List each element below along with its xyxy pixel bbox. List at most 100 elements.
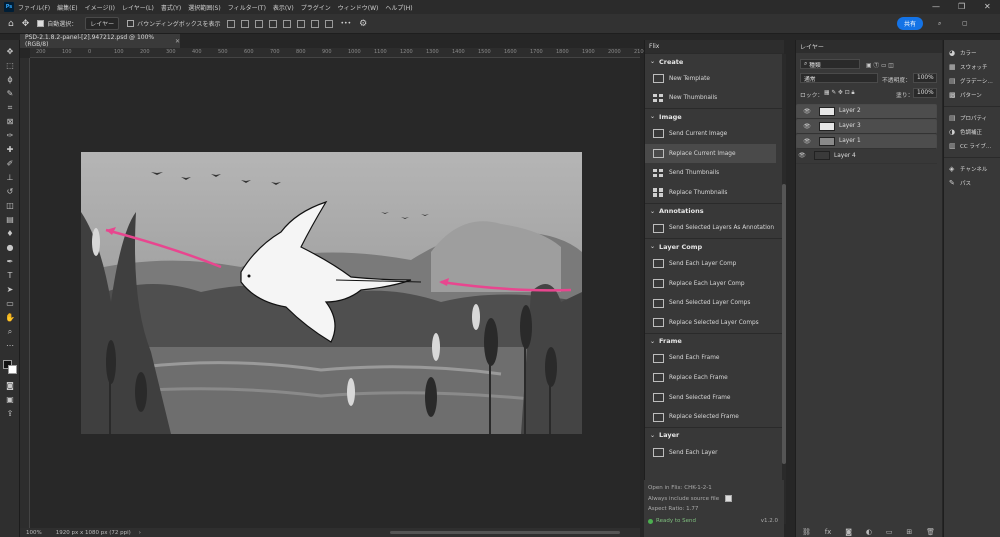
zoom-level[interactable]: 100% <box>26 530 42 536</box>
menu-help[interactable]: ヘルプ(H) <box>385 3 412 12</box>
quick-mask-icon[interactable]: ◙ <box>5 382 15 390</box>
hand-tool-icon[interactable]: ✋ <box>5 314 15 322</box>
background-color-swatch[interactable] <box>8 365 17 374</box>
dock-cc-libraries[interactable]: ▥ CC ライブ… <box>944 139 1000 153</box>
type-tool-icon[interactable]: T <box>5 272 15 280</box>
flix-action-button[interactable]: Send Each Layer <box>645 443 784 463</box>
flix-action-button[interactable]: Send Current Image <box>645 124 784 144</box>
menu-file[interactable]: ファイル(F) <box>18 3 50 12</box>
workspace-icon[interactable]: ▢ <box>962 20 968 27</box>
flix-section-header[interactable]: ⌄ Layer <box>645 426 784 443</box>
mask-icon[interactable]: ◙ <box>845 528 852 536</box>
flix-action-button[interactable]: Replace Thumbnails <box>645 183 784 203</box>
share-button[interactable]: 共有 <box>897 17 923 30</box>
more-tools-icon[interactable]: ⋯ <box>5 342 15 350</box>
flix-action-button[interactable]: Send Selected Frame <box>645 388 784 408</box>
screen-mode-icon[interactable]: ▣ <box>5 396 15 404</box>
document-tab[interactable]: PSD-2.1.8.2-panel-[2].947212.psd @ 100% … <box>20 34 180 48</box>
layers-panel-tab[interactable]: レイヤー <box>796 40 942 53</box>
menu-type[interactable]: 書式(Y) <box>161 3 181 12</box>
close-icon[interactable]: ✕ <box>984 2 991 11</box>
chevron-right-icon[interactable]: › <box>139 530 141 536</box>
trash-icon[interactable]: 🗑︎ <box>926 528 935 536</box>
flix-action-button[interactable]: New Template <box>645 69 784 89</box>
visibility-eye-icon[interactable]: 👁︎ <box>796 152 808 159</box>
menu-view[interactable]: 表示(V) <box>273 3 294 12</box>
document-artwork[interactable] <box>81 152 582 434</box>
marquee-tool-icon[interactable]: ⬚ <box>5 62 15 70</box>
align-top-icon[interactable] <box>268 19 277 28</box>
lock-icons[interactable]: ▦ ✎ ✥ ⊡ 🔒︎ <box>824 90 855 97</box>
move-tool-icon[interactable]: ✥ <box>22 19 30 29</box>
blend-mode-dropdown[interactable]: 通常 <box>800 73 878 83</box>
visibility-eye-icon[interactable]: 👁︎ <box>801 123 813 130</box>
flix-section-header[interactable]: ⌄ Annotations <box>645 202 784 219</box>
move-tool-icon[interactable]: ✥ <box>5 48 15 56</box>
layer-row[interactable]: 👁︎ Layer 2 <box>796 104 937 119</box>
flix-action-button[interactable]: Replace Selected Layer Comps <box>645 313 784 333</box>
fx-icon[interactable]: fx <box>825 528 832 536</box>
flix-action-button[interactable]: New Thumbnails <box>645 89 784 109</box>
stamp-tool-icon[interactable]: ⊥ <box>5 174 15 182</box>
history-brush-tool-icon[interactable]: ↺ <box>5 188 15 196</box>
search-icon[interactable]: ⌕ <box>938 20 941 28</box>
layer-name[interactable]: Layer 4 <box>834 153 856 159</box>
lasso-tool-icon[interactable]: ϕ <box>5 76 15 84</box>
align-right-icon[interactable] <box>254 19 263 28</box>
flix-scroll-thumb[interactable] <box>782 184 786 464</box>
3d-mode-icon[interactable]: ⚙ <box>359 19 367 29</box>
zoom-tool-icon[interactable]: ⌕ <box>5 328 15 336</box>
horizontal-scrollbar[interactable] <box>390 531 620 534</box>
fill-input[interactable]: 100% <box>913 88 937 98</box>
filter-pixel-icon[interactable]: ▣ Ⓣ ▭ ◫ <box>866 60 894 69</box>
flix-action-button[interactable]: Send Selected Layer Comps <box>645 293 784 313</box>
flix-action-button[interactable]: Replace Current Image <box>645 143 776 164</box>
dock-properties[interactable]: ▤ プロパティ <box>944 111 1000 125</box>
restore-icon[interactable]: ❐ <box>958 2 965 11</box>
share-icon[interactable]: ⇪ <box>5 410 15 418</box>
home-icon[interactable]: ⌂ <box>8 19 14 29</box>
dock-adjustments[interactable]: ◑ 色調補正 <box>944 125 1000 139</box>
distribute-icon[interactable] <box>310 19 319 28</box>
menu-image[interactable]: イメージ(I) <box>85 3 115 12</box>
auto-select-checkbox[interactable]: 自動選択： <box>37 19 77 28</box>
brush-tool-icon[interactable]: ✐ <box>5 160 15 168</box>
menu-filter[interactable]: フィルター(T) <box>228 3 266 12</box>
dock-color[interactable]: ◕ カラー <box>944 46 1000 60</box>
flix-action-button[interactable]: Send Selected Layers As Annotation <box>645 219 784 239</box>
flix-action-button[interactable]: Send Each Layer Comp <box>645 254 784 274</box>
flix-action-button[interactable]: Send Each Frame <box>645 349 784 369</box>
visibility-eye-icon[interactable]: 👁︎ <box>801 108 813 115</box>
flix-action-button[interactable]: Replace Each Frame <box>645 368 784 388</box>
flix-action-button[interactable]: Replace Each Layer Comp <box>645 274 784 294</box>
dock-swatches[interactable]: ▦ スウォッチ <box>944 60 1000 74</box>
link-layers-icon[interactable]: ⛓︎ <box>802 528 811 536</box>
layer-name[interactable]: Layer 1 <box>839 138 861 144</box>
flix-section-header[interactable]: ⌄ Image <box>645 108 784 124</box>
distribute-2-icon[interactable] <box>324 19 333 28</box>
blur-tool-icon[interactable]: ♦ <box>5 230 15 238</box>
flix-action-button[interactable]: Replace Selected Frame <box>645 407 784 427</box>
layer-name[interactable]: Layer 2 <box>839 108 861 114</box>
gradient-tool-icon[interactable]: ▤ <box>5 216 15 224</box>
auto-select-dropdown[interactable]: レイヤー <box>85 17 120 30</box>
dock-gradients[interactable]: ▤ グラデーシ… <box>944 74 1000 88</box>
dock-paths[interactable]: ✎ パス <box>944 176 1000 190</box>
healing-brush-tool-icon[interactable]: ✚ <box>5 146 15 154</box>
frame-tool-icon[interactable]: ⊠ <box>5 118 15 126</box>
flix-action-button[interactable]: Send Thumbnails <box>645 163 784 183</box>
more-options-button[interactable]: ••• <box>341 20 352 27</box>
crop-tool-icon[interactable]: ⌗ <box>5 104 15 112</box>
flix-panel-tab[interactable]: Flix <box>645 40 784 53</box>
flix-section-header[interactable]: ⌄ Create <box>645 53 784 69</box>
bounding-box-checkbox[interactable]: バウンディングボックスを表示 <box>127 19 221 28</box>
layer-name[interactable]: Layer 3 <box>839 123 861 129</box>
quick-select-tool-icon[interactable]: ✎ <box>5 90 15 98</box>
align-middle-icon[interactable] <box>282 19 291 28</box>
eraser-tool-icon[interactable]: ◫ <box>5 202 15 210</box>
opacity-input[interactable]: 100% <box>913 73 937 83</box>
layer-filter-dropdown[interactable]: ⌕ 種類 <box>800 59 860 69</box>
group-icon[interactable]: ▭ <box>886 528 893 536</box>
align-center-icon[interactable] <box>240 19 249 28</box>
close-tab-icon[interactable]: ✕ <box>175 38 180 45</box>
